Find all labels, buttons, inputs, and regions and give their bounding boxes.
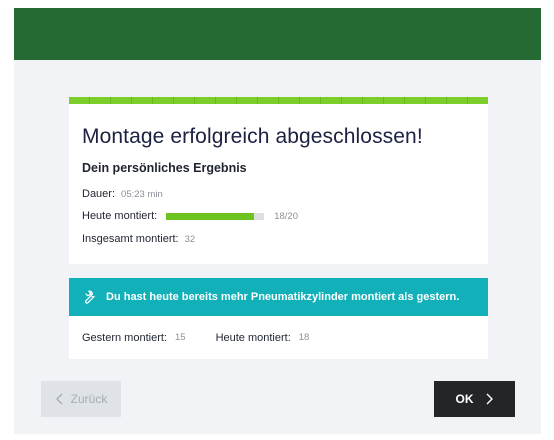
ok-button-label: OK [455,392,474,406]
total-row: Insgesamt montiert: 32 [82,233,195,245]
yesterday-value: 15 [174,332,186,343]
today-progress-bar [166,212,265,220]
today-progress-value: 18/20 [274,210,298,222]
page-title: Montage erfolgreich abgeschlossen! [82,125,423,148]
today-progress-fill [166,212,255,220]
today-label: Heute montiert: [82,210,158,222]
info-banner: Du hast heute bereits mehr Pneumatikzyli… [69,278,488,316]
today-stat-value: 18 [298,332,310,343]
today-stat-label: Heute montiert: [215,331,291,344]
result-card: Montage erfolgreich abgeschlossen! Dein … [69,97,488,264]
banner-message: Du hast heute bereits mehr Pneumatikzyli… [106,291,460,303]
result-subtitle: Dein persönliches Ergebnis [82,161,247,175]
today-stat: Heute montiert: 18 [216,332,310,344]
duration-label: Dauer: [82,188,116,200]
wrench-icon [81,289,97,305]
back-button-label: Zurück [70,392,108,406]
chevron-left-icon [55,393,65,405]
total-label: Insgesamt montiert: [82,233,179,245]
comparison-stats: Gestern montiert: 15 Heute montiert: 18 [69,316,488,359]
duration-row: Dauer: 05:23 min [82,188,163,200]
ok-button[interactable]: OK [434,381,515,417]
app-header [14,8,541,60]
yesterday-stat: Gestern montiert: 15 [82,332,186,344]
back-button[interactable]: Zurück [41,381,121,417]
today-row: Heute montiert: 18/20 [82,210,298,222]
chevron-right-icon [484,393,494,405]
completion-strip [69,97,488,104]
total-value: 32 [184,233,196,245]
duration-value: 05:23 min [121,188,163,200]
yesterday-label: Gestern montiert: [82,331,167,344]
